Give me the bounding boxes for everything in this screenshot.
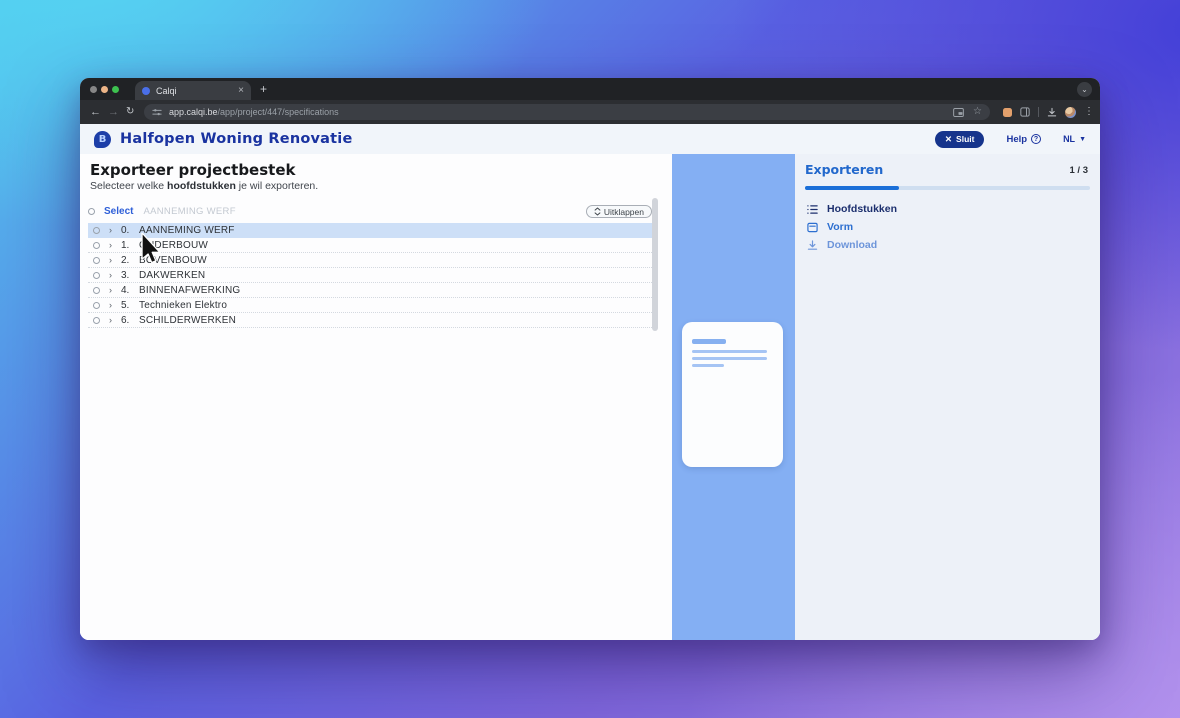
select-all-radio[interactable] xyxy=(88,208,95,215)
project-title: Halfopen Woning Renovatie xyxy=(120,131,352,147)
question-circle-icon: ? xyxy=(1031,134,1041,144)
chapter-radio[interactable] xyxy=(93,302,100,309)
list-scrollbar[interactable] xyxy=(652,198,658,331)
tab-title: Calqi xyxy=(156,86,232,96)
chevron-right-icon[interactable]: › xyxy=(109,226,112,235)
wizard-steps: Hoofdstukken Vorm Download xyxy=(807,200,897,254)
chapter-row[interactable]: › 0. AANNEMING WERF xyxy=(88,223,652,238)
document-preview-panel xyxy=(672,154,795,640)
toolbar-divider xyxy=(1038,107,1039,117)
chevron-right-icon[interactable]: › xyxy=(109,256,112,265)
calqi-favicon xyxy=(142,87,150,95)
chapter-row[interactable]: › 5. Technieken Elektro xyxy=(88,298,652,313)
close-icon: ✕ xyxy=(945,134,952,145)
app-header: B Halfopen Woning Renovatie ✕ Sluit Help… xyxy=(80,124,1100,154)
chapter-number: 2. xyxy=(121,255,134,266)
page-subtitle: Selecteer welke hoofdstukken je wil expo… xyxy=(90,180,318,192)
chapter-number: 6. xyxy=(121,315,134,326)
expand-all-button[interactable]: Uitklappen xyxy=(586,205,652,218)
chapter-radio[interactable] xyxy=(93,287,100,294)
select-ghost-text: AANNEMING WERF xyxy=(143,206,235,217)
chapter-number: 1. xyxy=(121,240,134,251)
doc-text-line xyxy=(692,350,767,353)
chapter-label: SCHILDERWERKEN xyxy=(139,315,236,326)
picture-in-picture-icon[interactable] xyxy=(953,108,964,117)
tab-strip: Calqi × + ⌄ xyxy=(80,78,1100,100)
tab-search-chevron-icon[interactable]: ⌄ xyxy=(1077,82,1092,97)
chapter-radio[interactable] xyxy=(93,242,100,249)
chevron-right-icon[interactable]: › xyxy=(109,271,112,280)
language-selector[interactable]: NL ▼ xyxy=(1063,134,1086,144)
help-button[interactable]: Help ? xyxy=(1006,134,1041,145)
new-tab-button[interactable]: + xyxy=(260,82,267,96)
chapter-label: Technieken Elektro xyxy=(139,300,227,311)
numbered-list-icon xyxy=(807,204,818,215)
chevron-right-icon[interactable]: › xyxy=(109,241,112,250)
select-all-row: Select AANNEMING WERF Uitklappen xyxy=(88,204,652,219)
chapter-number: 0. xyxy=(121,225,134,236)
progress-bar xyxy=(805,186,1090,190)
mouse-cursor xyxy=(140,233,161,264)
macos-zoom-button[interactable] xyxy=(112,86,119,93)
doc-text-line xyxy=(692,364,724,367)
pinned-extension-icon[interactable] xyxy=(1003,108,1012,117)
page-title: Exporteer projectbestek xyxy=(90,161,295,179)
macos-minimize-button[interactable] xyxy=(101,86,108,93)
chapter-label: DAKWERKEN xyxy=(139,270,205,281)
unfold-icon xyxy=(594,207,601,216)
forward-icon[interactable]: → xyxy=(108,105,119,119)
chapter-number: 3. xyxy=(121,270,134,281)
close-export-button[interactable]: ✕ Sluit xyxy=(935,131,985,148)
wizard-title: Exporteren xyxy=(805,162,883,177)
select-all-label[interactable]: Select xyxy=(104,206,133,217)
tab-close-icon[interactable]: × xyxy=(238,86,244,96)
step-download[interactable]: Download xyxy=(807,236,897,254)
url-text: app.calqi.be/app/project/447/specificati… xyxy=(169,107,339,117)
chapter-radio[interactable] xyxy=(93,317,100,324)
reload-icon[interactable]: ↻ xyxy=(126,105,134,119)
browser-tab[interactable]: Calqi × xyxy=(135,81,251,100)
step-counter: 1 / 3 xyxy=(1070,165,1089,176)
chevron-right-icon[interactable]: › xyxy=(109,301,112,310)
progress-fill xyxy=(805,186,899,190)
macos-close-button[interactable] xyxy=(90,86,97,93)
chapter-list: › 0. AANNEMING WERF › 1. ONDERBOUW › xyxy=(88,223,652,328)
app-page: B Halfopen Woning Renovatie ✕ Sluit Help… xyxy=(80,124,1100,640)
chapter-row[interactable]: › 3. DAKWERKEN xyxy=(88,268,652,283)
browser-window: Calqi × + ⌄ ← → ↻ app.calqi.be/app/proje… xyxy=(80,78,1100,640)
step-hoofdstukken[interactable]: Hoofdstukken xyxy=(807,200,897,218)
chapter-radio[interactable] xyxy=(93,272,100,279)
chapter-row[interactable]: › 1. ONDERBOUW xyxy=(88,238,652,253)
bookmark-star-icon[interactable]: ☆ xyxy=(973,107,982,117)
chapter-radio[interactable] xyxy=(93,257,100,264)
back-icon[interactable]: ← xyxy=(90,105,101,119)
download-icon xyxy=(807,240,818,251)
chapter-label: BINNENAFWERKING xyxy=(139,285,240,296)
chapter-radio[interactable] xyxy=(93,227,100,234)
document-preview-card xyxy=(682,322,783,467)
browser-toolbar: ← → ↻ app.calqi.be/app/project/447/speci… xyxy=(80,100,1100,124)
chapter-row[interactable]: › 6. SCHILDERWERKEN xyxy=(88,313,652,328)
chapter-row[interactable]: › 2. BOVENBOUW xyxy=(88,253,652,268)
chevron-right-icon[interactable]: › xyxy=(109,286,112,295)
chapter-number: 5. xyxy=(121,300,134,311)
profile-avatar[interactable] xyxy=(1065,107,1076,118)
doc-text-line xyxy=(692,357,767,360)
chapter-row[interactable]: › 4. BINNENAFWERKING xyxy=(88,283,652,298)
export-wizard-panel: Exporteren 1 / 3 Hoofdstukken xyxy=(795,154,1100,640)
form-icon xyxy=(807,222,818,233)
calqi-logo: B xyxy=(94,131,111,148)
browser-menu-icon[interactable]: ⋮ xyxy=(1084,107,1094,117)
export-main-panel: Exporteer projectbestek Selecteer welke … xyxy=(80,154,672,640)
step-vorm[interactable]: Vorm xyxy=(807,218,897,236)
site-settings-icon[interactable] xyxy=(152,107,162,117)
chapter-number: 4. xyxy=(121,285,134,296)
doc-title-line xyxy=(692,339,726,344)
chevron-down-icon: ▼ xyxy=(1079,136,1086,143)
address-bar[interactable]: app.calqi.be/app/project/447/specificati… xyxy=(144,104,990,120)
chevron-right-icon[interactable]: › xyxy=(109,316,112,325)
side-panel-icon[interactable] xyxy=(1020,107,1030,117)
downloads-icon[interactable] xyxy=(1047,107,1057,118)
